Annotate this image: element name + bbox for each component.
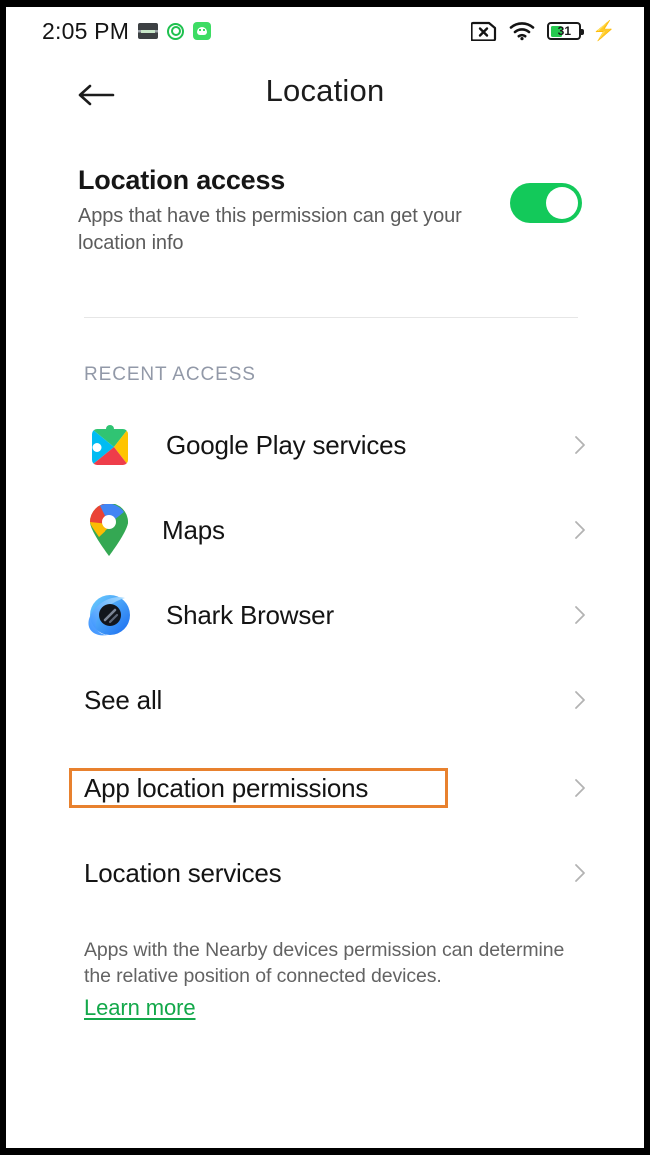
location-target-icon [167,22,185,40]
status-bar-left: 2:05 PM [42,17,212,44]
list-item-label: Maps [162,514,225,545]
location-access-text: Location access Apps that have this perm… [78,163,498,257]
chevron-right-icon [575,864,585,882]
chevron-right-icon [575,521,585,539]
section-divider [84,317,578,319]
list-item-google-play-services[interactable]: Google Play services [6,408,644,482]
recent-access-label: RECENT ACCESS [84,364,256,385]
see-all-row[interactable]: See all [6,668,644,732]
status-bar: 2:05 PM 31 ⚡ [6,7,644,55]
location-access-toggle[interactable] [510,183,582,223]
location-services-row[interactable]: Location services [6,841,644,905]
location-services-label: Location services [84,857,282,888]
shark-browser-icon [84,589,136,641]
page-title: Location [265,73,385,108]
list-item-label: Shark Browser [166,599,334,630]
location-access-subtitle: Apps that have this permission can get y… [78,205,462,254]
status-clock: 2:05 PM [42,17,130,44]
google-maps-icon [86,503,132,556]
google-play-services-icon [84,419,136,471]
charging-bolt-icon: ⚡ [592,20,616,42]
app-bar: Location [6,55,644,135]
list-item-shark-browser[interactable]: Shark Browser [6,578,644,652]
chevron-right-icon [575,606,585,624]
chevron-right-icon [575,436,585,454]
chevron-right-icon [575,779,585,797]
battery-icon: 31 [547,22,585,40]
phone-frame: 2:05 PM 31 ⚡ Location Location access Ap… [0,0,650,1155]
list-item-maps[interactable]: Maps [6,493,644,567]
location-access-title: Location access [78,165,286,195]
chevron-right-icon [575,691,585,709]
list-item-label: Google Play services [166,429,407,460]
status-bar-right: 31 ⚡ [471,21,616,41]
location-access-row: Location access Apps that have this perm… [6,163,644,257]
app-location-permissions-label: App location permissions [84,772,369,803]
learn-more-link[interactable]: Learn more [84,995,196,1021]
sim-off-icon [471,21,497,41]
battery-percent: 31 [557,24,571,38]
toggle-knob [546,187,578,219]
footer-note: Apps with the Nearby devices permission … [84,939,565,987]
green-app-icon [193,22,212,40]
wifi-icon [510,22,535,41]
phone-screen: 2:05 PM 31 ⚡ Location Location access Ap… [6,7,644,1148]
app-location-permissions-row[interactable]: App location permissions [6,756,644,820]
see-all-label: See all [84,684,163,715]
sim-card-icon [138,23,159,39]
